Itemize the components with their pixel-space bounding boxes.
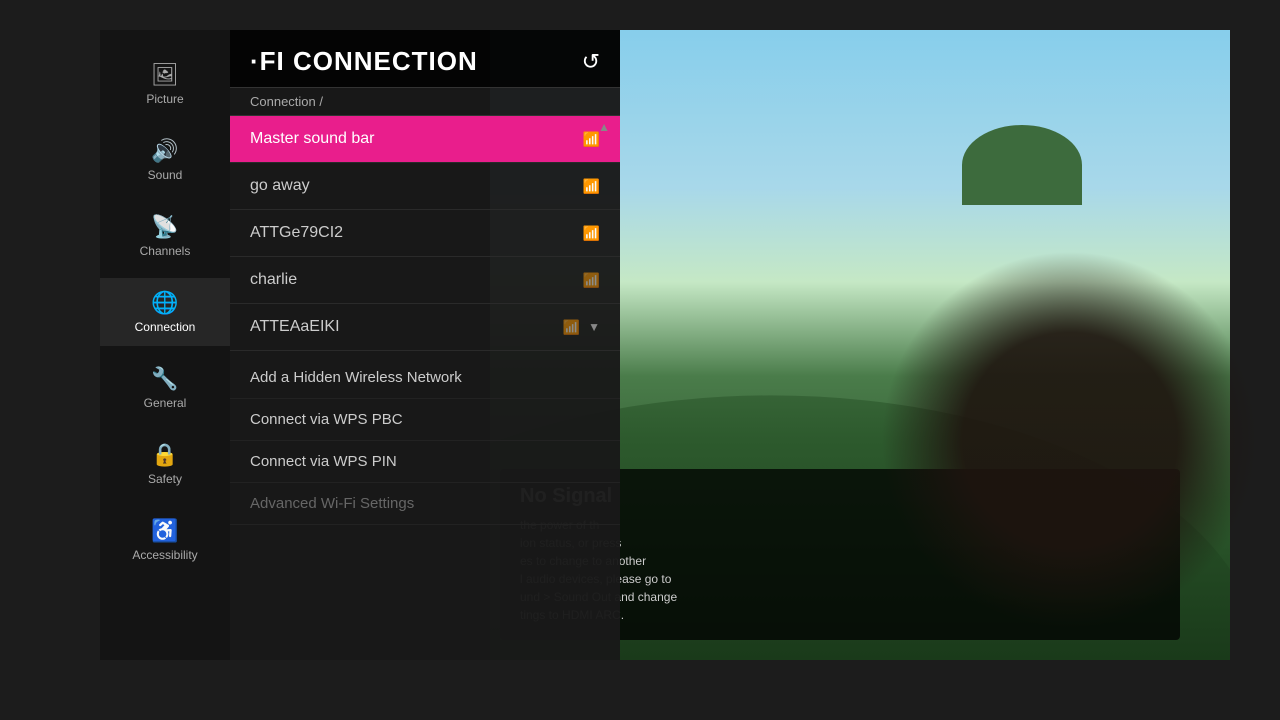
option-wps-pbc[interactable]: Connect via WPS PBC [230, 399, 620, 441]
sidebar-label-safety: Safety [148, 472, 182, 486]
castle-hill [962, 125, 1082, 205]
option-wps-pin[interactable]: Connect via WPS PIN [230, 441, 620, 483]
wifi-icon-charlie: 📶 [583, 272, 600, 289]
panel-header: ·FI CONNECTION ↺ [230, 30, 620, 88]
bottom-options: Add a Hidden Wireless Network Connect vi… [230, 351, 620, 531]
accessibility-icon: ♿ [151, 518, 178, 544]
channels-icon: 📡 [151, 214, 178, 240]
network-list: ▲ Master sound bar 📶 go away 📶 ATTGe79CI… [230, 116, 620, 351]
network-name-charlie: charlie [250, 271, 583, 289]
sidebar-label-picture: Picture [146, 92, 183, 106]
connection-icon: 🌐 [151, 290, 178, 316]
wifi-icon-attge79ci2: 📶 [583, 225, 600, 242]
network-item-master-sound-bar[interactable]: Master sound bar 📶 [230, 116, 620, 163]
sidebar-item-channels[interactable]: 📡 Channels [100, 202, 230, 270]
sidebar-label-connection: Connection [135, 320, 196, 334]
option-advanced-wifi[interactable]: Advanced Wi-Fi Settings [230, 483, 620, 525]
option-add-hidden[interactable]: Add a Hidden Wireless Network [230, 357, 620, 399]
wifi-icon-atteaaeiki: 📶 [563, 319, 580, 336]
picture-icon: 🖼 [151, 62, 179, 88]
network-name-atteaaeiki: ATTEAaEIKI [250, 318, 563, 336]
sidebar-item-sound[interactable]: 🔊 Sound [100, 126, 230, 194]
scroll-up-arrow[interactable]: ▲ [598, 120, 610, 134]
scroll-down-arrow[interactable]: ▼ [588, 320, 600, 334]
sidebar-item-general[interactable]: 🔧 General [100, 354, 230, 422]
sidebar-label-channels: Channels [140, 244, 191, 258]
network-item-go-away[interactable]: go away 📶 [230, 163, 620, 210]
network-item-charlie[interactable]: charlie 📶 [230, 257, 620, 304]
back-button[interactable]: ↺ [582, 49, 600, 75]
safety-icon: 🔒 [151, 442, 178, 468]
wifi-icon-go-away: 📶 [583, 178, 600, 195]
sidebar-item-safety[interactable]: 🔒 Safety [100, 430, 230, 498]
sidebar-label-sound: Sound [148, 168, 183, 182]
main-panel: ·FI CONNECTION ↺ Connection / ▲ Master s… [230, 30, 620, 660]
sidebar-item-accessibility[interactable]: ♿ Accessibility [100, 506, 230, 574]
panel-title: ·FI CONNECTION [250, 46, 478, 77]
sidebar-label-general: General [144, 396, 187, 410]
network-item-atteaaeiki[interactable]: ATTEAaEIKI 📶 ▼ [230, 304, 620, 351]
sidebar: 🖼 Picture 🔊 Sound 📡 Channels 🌐 Connectio… [100, 30, 230, 660]
network-name-go-away: go away [250, 177, 583, 195]
general-icon: 🔧 [151, 366, 178, 392]
network-name-master-sound-bar: Master sound bar [250, 130, 583, 148]
sound-icon: 🔊 [151, 138, 178, 164]
breadcrumb: Connection / [230, 88, 620, 116]
network-item-attge79ci2[interactable]: ATTGe79CI2 📶 [230, 210, 620, 257]
screen-container: No Signal the power of th ion status, or… [0, 0, 1280, 720]
sidebar-label-accessibility: Accessibility [132, 548, 197, 562]
network-name-attge79ci2: ATTGe79CI2 [250, 224, 583, 242]
sidebar-item-connection[interactable]: 🌐 Connection [100, 278, 230, 346]
sidebar-item-picture[interactable]: 🖼 Picture [100, 50, 230, 118]
